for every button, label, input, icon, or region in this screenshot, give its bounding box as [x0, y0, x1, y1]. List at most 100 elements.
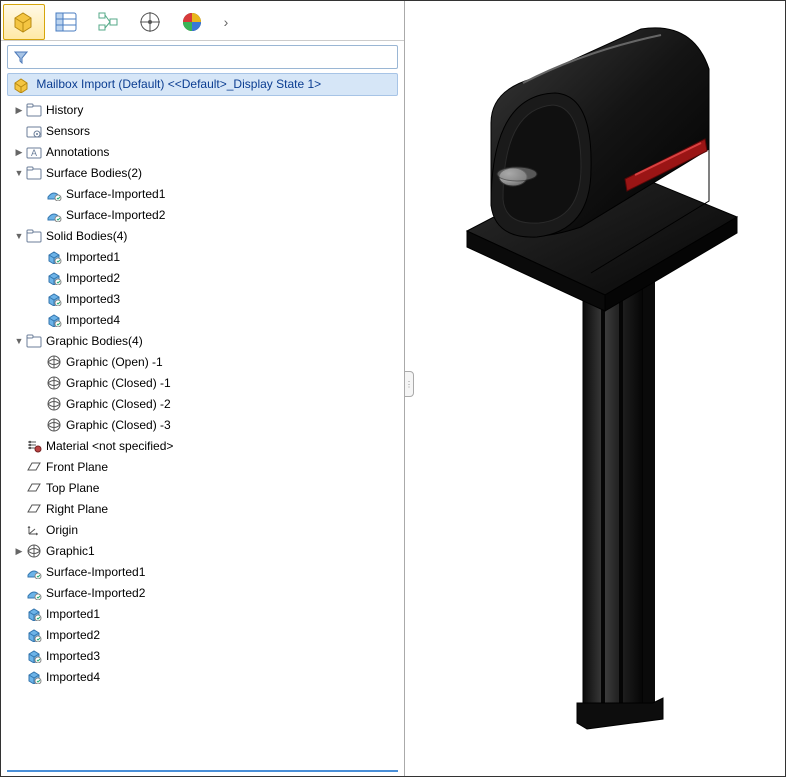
tree-node[interactable]: ▶ History: [5, 100, 400, 121]
tree-node-label: Material <not specified>: [46, 438, 173, 454]
panel-tab-strip: ›: [1, 1, 404, 41]
tree-node-label: Imported4: [46, 669, 100, 685]
folder-icon: [25, 165, 43, 181]
tree-node-label: Imported3: [46, 648, 100, 664]
tree-node[interactable]: Imported4: [5, 667, 400, 688]
tree-node[interactable]: ▶ A Annotations: [5, 142, 400, 163]
part-icon: [12, 77, 30, 93]
expand-toggle-icon[interactable]: ▼: [13, 169, 25, 178]
tab-display-manager[interactable]: [171, 4, 213, 40]
solid-icon: [25, 669, 43, 685]
tree-node-label: Surface-Imported1: [66, 186, 165, 202]
mesh-icon: [45, 396, 63, 412]
tab-dim-xpert[interactable]: [129, 4, 171, 40]
tree-node[interactable]: Surface-Imported1: [5, 184, 400, 205]
solid-icon: [25, 648, 43, 664]
tree-node[interactable]: ▼ Graphic Bodies(4): [5, 331, 400, 352]
tree-node[interactable]: Imported3: [5, 289, 400, 310]
tree-node-label: Right Plane: [46, 501, 108, 517]
feature-tree[interactable]: ▶ History Sensors ▶ A Annotations ▼ Surface Bod…: [1, 98, 404, 766]
tree-node-label: Sensors: [46, 123, 90, 139]
tree-node[interactable]: Top Plane: [5, 478, 400, 499]
tree-node-label: Annotations: [46, 144, 109, 160]
graphics-viewport[interactable]: ⋮: [405, 1, 785, 776]
tree-node-label: Top Plane: [46, 480, 99, 496]
expand-toggle-icon[interactable]: ▼: [13, 337, 25, 346]
tab-feature-manager[interactable]: [3, 4, 45, 40]
tree-node-label: Imported2: [46, 627, 100, 643]
plane-icon: [25, 501, 43, 517]
tree-node[interactable]: Graphic (Closed) -1: [5, 373, 400, 394]
tree-node[interactable]: Imported2: [5, 625, 400, 646]
tree-node[interactable]: Surface-Imported2: [5, 205, 400, 226]
tree-node[interactable]: Graphic (Open) -1: [5, 352, 400, 373]
tree-node[interactable]: Sensors: [5, 121, 400, 142]
surf-icon: [45, 207, 63, 223]
sensor-icon: [25, 123, 43, 139]
tree-node[interactable]: ▼ Surface Bodies(2): [5, 163, 400, 184]
tree-node-label: Imported1: [46, 606, 100, 622]
expand-toggle-icon[interactable]: ▶: [13, 148, 25, 157]
surf-icon: [45, 186, 63, 202]
solid-icon: [45, 312, 63, 328]
tree-node-label: Graphic (Closed) -2: [66, 396, 171, 412]
expand-toggle-icon[interactable]: ▼: [13, 232, 25, 241]
model-render: [405, 1, 785, 778]
filter-icon: [12, 49, 30, 65]
solid-icon: [25, 606, 43, 622]
origin-icon: [25, 522, 43, 538]
tree-node-label: Surface Bodies(2): [46, 165, 142, 181]
tree-node-label: Surface-Imported1: [46, 564, 145, 580]
tree-node-label: Imported4: [66, 312, 120, 328]
tree-node[interactable]: Surface-Imported2: [5, 583, 400, 604]
tree-node[interactable]: Graphic (Closed) -2: [5, 394, 400, 415]
tree-node-label: Graphic (Closed) -1: [66, 375, 171, 391]
tree-node[interactable]: Imported1: [5, 604, 400, 625]
expand-toggle-icon[interactable]: ▶: [13, 547, 25, 556]
solid-icon: [45, 291, 63, 307]
tree-node[interactable]: Surface-Imported1: [5, 562, 400, 583]
tree-root[interactable]: Mailbox Import (Default) <<Default>_Disp…: [7, 73, 398, 96]
tab-configuration-manager[interactable]: [87, 4, 129, 40]
tab-overflow-chevron-icon[interactable]: ›: [215, 4, 237, 40]
tree-node[interactable]: Right Plane: [5, 499, 400, 520]
feature-manager-panel: › Mailbox Import (Default) <<Default>_Di…: [1, 1, 405, 776]
tree-node[interactable]: Imported3: [5, 646, 400, 667]
tree-node[interactable]: Material <not specified>: [5, 436, 400, 457]
mesh-icon: [45, 375, 63, 391]
mesh-icon: [45, 417, 63, 433]
tree-node-label: Graphic (Closed) -3: [66, 417, 171, 433]
tree-node[interactable]: Graphic (Closed) -3: [5, 415, 400, 436]
tree-node-label: History: [46, 102, 83, 118]
tab-property-manager[interactable]: [45, 4, 87, 40]
tree-node-label: Imported1: [66, 249, 120, 265]
tree-node[interactable]: Imported4: [5, 310, 400, 331]
plane-icon: [25, 459, 43, 475]
tree-node-label: Graphic Bodies(4): [46, 333, 143, 349]
tree-node[interactable]: Origin: [5, 520, 400, 541]
tree-node[interactable]: ▼ Solid Bodies(4): [5, 226, 400, 247]
surf-icon: [25, 585, 43, 601]
mesh-icon: [25, 543, 43, 559]
tree-node-label: Surface-Imported2: [46, 585, 145, 601]
folder-icon: [25, 333, 43, 349]
panel-splitter-handle-icon[interactable]: ⋮: [404, 371, 414, 397]
tree-node-label: Front Plane: [46, 459, 108, 475]
tree-node[interactable]: Imported2: [5, 268, 400, 289]
rollback-bar[interactable]: [7, 770, 398, 772]
tree-node[interactable]: ▶Graphic1: [5, 541, 400, 562]
folder-icon: [25, 228, 43, 244]
surf-icon: [25, 564, 43, 580]
folder-icon: [25, 102, 43, 118]
tree-node-label: Solid Bodies(4): [46, 228, 127, 244]
svg-text:A: A: [31, 148, 37, 158]
tree-node[interactable]: Front Plane: [5, 457, 400, 478]
annot-icon: A: [25, 144, 43, 160]
tree-filter-input[interactable]: [7, 45, 398, 69]
tree-node-label: Imported3: [66, 291, 120, 307]
root-label: Mailbox Import (Default) <<Default>_Disp…: [36, 77, 321, 91]
mat-icon: [25, 438, 43, 454]
plane-icon: [25, 480, 43, 496]
tree-node[interactable]: Imported1: [5, 247, 400, 268]
expand-toggle-icon[interactable]: ▶: [13, 106, 25, 115]
